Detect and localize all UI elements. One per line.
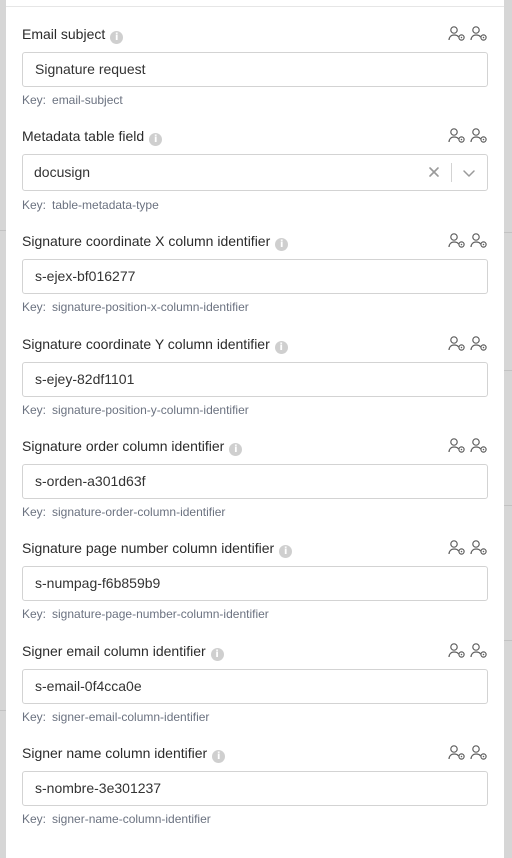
user-settings-icon[interactable]: [448, 437, 466, 454]
clear-icon[interactable]: [425, 163, 443, 181]
info-icon[interactable]: i: [149, 133, 163, 146]
user-settings-icon[interactable]: [470, 437, 488, 454]
field-label: Signer email column identifier: [22, 643, 206, 659]
user-icons: [448, 437, 488, 454]
field-signature-page: Signature page number column identifier i…: [22, 538, 488, 621]
user-icons: [448, 25, 488, 42]
field-label: Signer name column identifier: [22, 745, 208, 761]
info-icon[interactable]: i: [275, 238, 289, 251]
info-icon[interactable]: i: [110, 31, 124, 44]
signature-page-input[interactable]: s-numpag-f6b859b9: [22, 566, 488, 601]
background-divider: [504, 232, 512, 233]
signer-name-input[interactable]: s-nombre-3e301237: [22, 771, 488, 806]
chevron-down-icon[interactable]: [461, 165, 477, 181]
signer-email-input[interactable]: s-email-0f4cca0e: [22, 669, 488, 704]
user-icons: [448, 127, 488, 144]
email-subject-input[interactable]: Signature request: [22, 52, 488, 87]
user-settings-icon[interactable]: [448, 539, 466, 556]
field-label: Signature coordinate Y column identifier: [22, 336, 270, 352]
user-settings-icon[interactable]: [470, 744, 488, 761]
field-email-subject: Email subject i Signature request Key: ema…: [22, 24, 488, 107]
key-line: Key: signer-email-column-identifier: [22, 710, 210, 724]
info-icon[interactable]: i: [210, 648, 224, 661]
field-label: Email subject: [22, 26, 106, 42]
info-icon[interactable]: i: [212, 750, 226, 763]
user-settings-icon[interactable]: [448, 127, 466, 144]
select-separator: [451, 163, 452, 182]
key-line: Key: signature-position-y-column-identifi…: [22, 403, 249, 417]
signature-x-input[interactable]: s-ejex-bf016277: [22, 259, 488, 294]
key-line: Key: signature-order-column-identifier: [22, 505, 226, 519]
info-icon[interactable]: i: [274, 341, 288, 354]
signature-order-input[interactable]: s-orden-a301d63f: [22, 464, 488, 499]
key-line: Key: email-subject: [22, 93, 123, 107]
user-icons: [448, 335, 488, 352]
user-icons: [448, 642, 488, 659]
field-label: Signature order column identifier: [22, 438, 225, 454]
select-value: docusign: [34, 164, 91, 180]
info-icon[interactable]: i: [279, 545, 293, 558]
user-settings-icon[interactable]: [448, 232, 466, 249]
key-line: Key: table-metadata-type: [22, 198, 159, 212]
field-label: Signature page number column identifier: [22, 540, 275, 556]
info-icon[interactable]: i: [229, 443, 243, 456]
user-settings-icon[interactable]: [448, 25, 466, 42]
user-icons: [448, 232, 488, 249]
user-icons: [448, 744, 488, 761]
field-label: Metadata table field: [22, 128, 145, 144]
user-settings-icon[interactable]: [448, 642, 466, 659]
key-line: Key: signature-position-x-column-identifi…: [22, 300, 249, 314]
signature-y-input[interactable]: s-ejey-82df1101: [22, 362, 488, 397]
user-settings-icon[interactable]: [470, 25, 488, 42]
field-signature-x: Signature coordinate X column identifier…: [22, 231, 488, 314]
user-settings-icon[interactable]: [448, 335, 466, 352]
field-signature-order: Signature order column identifier i s-ord…: [22, 436, 488, 519]
background-divider: [504, 505, 512, 506]
background-divider: [504, 640, 512, 641]
key-line: Key: signer-name-column-identifier: [22, 812, 211, 826]
field-metadata-table: Metadata table field i docusign Key: table…: [22, 126, 488, 212]
user-settings-icon[interactable]: [470, 127, 488, 144]
panel-top-edge: [6, 0, 504, 7]
field-signer-name: Signer name column identifier i s-nombre-…: [22, 743, 488, 826]
field-signature-y: Signature coordinate Y column identifier…: [22, 334, 488, 417]
metadata-table-select[interactable]: docusign: [22, 154, 488, 191]
user-settings-icon[interactable]: [470, 232, 488, 249]
settings-panel: Email subject i Signature request Key: ema…: [6, 0, 504, 858]
user-settings-icon[interactable]: [448, 744, 466, 761]
user-settings-icon[interactable]: [470, 335, 488, 352]
field-label: Signature coordinate X column identifier: [22, 233, 271, 249]
user-settings-icon[interactable]: [470, 642, 488, 659]
user-icons: [448, 539, 488, 556]
field-signer-email: Signer email column identifier i s-email-…: [22, 641, 488, 724]
key-line: Key: signature-page-number-column-identif…: [22, 607, 269, 621]
user-settings-icon[interactable]: [470, 539, 488, 556]
background-divider: [504, 370, 512, 371]
